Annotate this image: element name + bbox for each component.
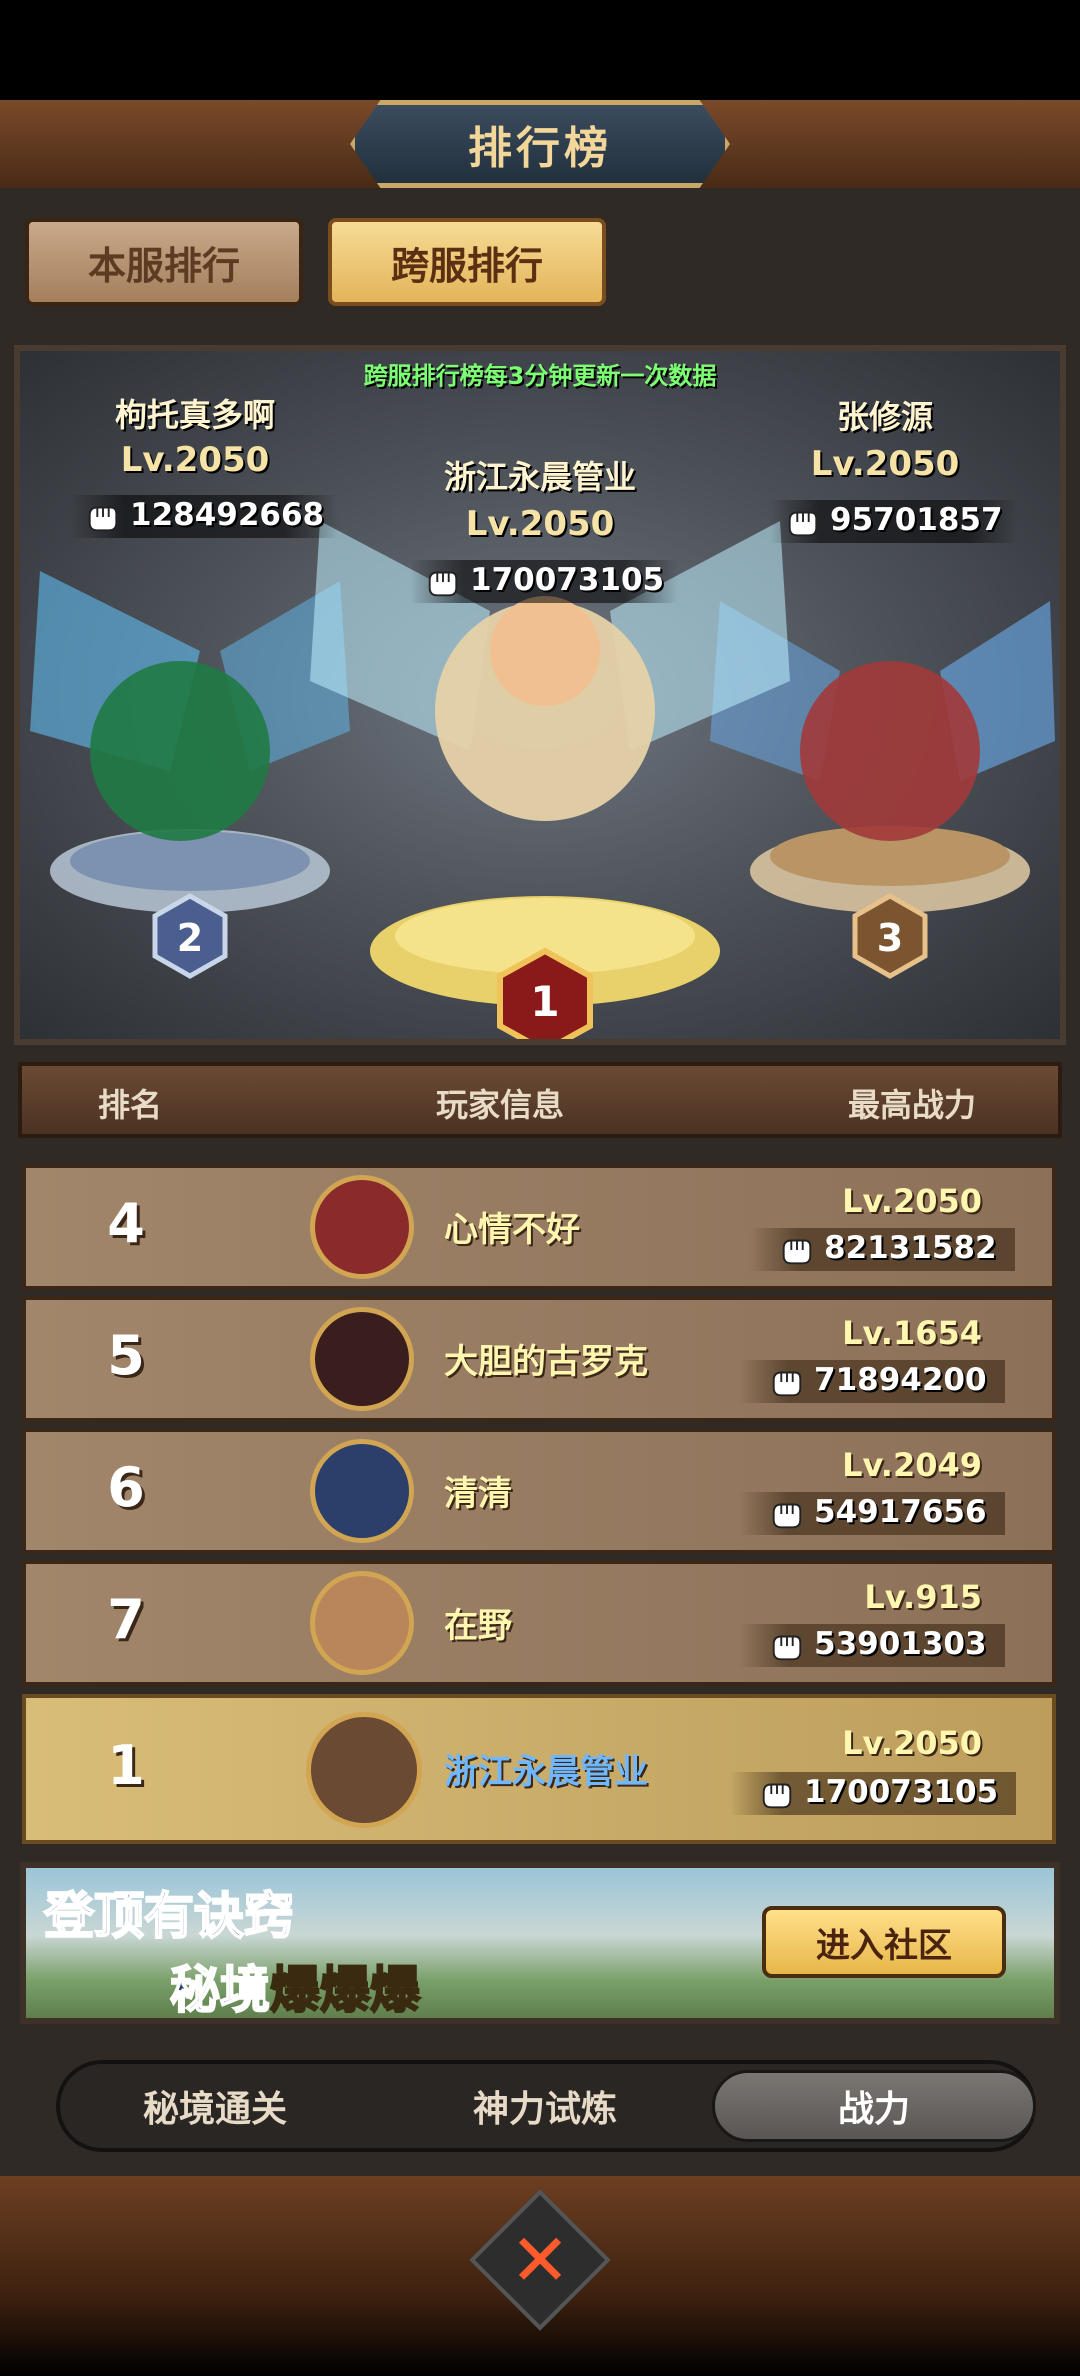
badge-number-2: 2 [177, 916, 203, 960]
podium-1-power-value: 170073105 [470, 562, 665, 598]
row-power: 82131582 [750, 1228, 1015, 1271]
row-power-value: 82131582 [824, 1230, 997, 1266]
fist-icon [88, 506, 118, 531]
row-level: Lv.1654 [842, 1314, 982, 1352]
row-power-value: 71894200 [814, 1362, 987, 1398]
podium-2-name: 枸托真多啊 [114, 396, 275, 434]
row-rank: 5 [107, 1324, 145, 1387]
tab-cross-server-ranking[interactable]: 跨服排行 [328, 218, 606, 306]
row-power: 71894200 [740, 1360, 1005, 1403]
character-2 [90, 661, 270, 841]
row-name: 清清 [444, 1474, 512, 1514]
avatar[interactable] [310, 1175, 414, 1279]
banner-subline-a: 秘境 [169, 1960, 271, 2020]
avatar[interactable] [310, 1439, 414, 1543]
podium-3-power-value: 95701857 [830, 502, 1003, 538]
fist-icon [772, 1635, 802, 1660]
close-icon[interactable]: ✕ [490, 2210, 590, 2310]
row-name: 大胆的古罗克 [444, 1342, 648, 1382]
banner-subline-b: 爆爆爆 [269, 1960, 421, 2020]
fist-icon [428, 571, 458, 596]
my-name: 浙江永晨管业 [444, 1752, 648, 1792]
banner-subline: 秘境爆爆爆 [169, 1950, 421, 2022]
character-3 [800, 661, 980, 841]
tab-local-ranking[interactable]: 本服排行 [25, 218, 303, 306]
row-rank: 6 [107, 1456, 145, 1519]
row-power: 54917656 [740, 1492, 1005, 1535]
my-power-value: 170073105 [804, 1774, 999, 1810]
my-avatar[interactable] [306, 1712, 422, 1828]
title-banner: 排行榜 [350, 100, 730, 188]
podium-2-power: 128492668 [70, 495, 339, 538]
row-level: Lv.2049 [842, 1446, 982, 1484]
character-1-head [490, 596, 600, 706]
avatar[interactable] [310, 1571, 414, 1675]
fist-icon [772, 1371, 802, 1396]
podium-3-power: 95701857 [770, 500, 1017, 543]
tab-dungeon-clear[interactable]: 秘境通关 [80, 2070, 350, 2142]
podium-1-power: 170073105 [410, 560, 679, 603]
banner-headline: 登顶有诀窍 [43, 1886, 295, 1946]
row-name: 在野 [444, 1606, 512, 1646]
row-power-value: 54917656 [814, 1494, 987, 1530]
row-rank: 4 [107, 1192, 145, 1255]
row-power: 53901303 [740, 1624, 1005, 1667]
avatar[interactable] [310, 1307, 414, 1411]
my-rank: 1 [107, 1734, 145, 1797]
fist-icon [762, 1783, 792, 1808]
row-power-value: 53901303 [814, 1626, 987, 1662]
column-player-info: 玩家信息 [436, 1086, 565, 1124]
enter-community-button[interactable]: 进入社区 [762, 1906, 1006, 1978]
fist-icon [788, 511, 818, 536]
update-note: 跨服排行榜每3分钟更新一次数据 [363, 362, 717, 390]
row-level: Lv.915 [864, 1578, 982, 1616]
row-name: 心情不好 [444, 1210, 580, 1250]
podium-2-level: Lv.2050 [120, 440, 270, 480]
tab-divine-trial[interactable]: 神力试炼 [400, 2070, 690, 2142]
fist-icon [782, 1239, 812, 1264]
column-max-power: 最高战力 [848, 1086, 977, 1124]
fist-icon [772, 1503, 802, 1528]
my-level: Lv.2050 [842, 1724, 982, 1762]
podium-2-power-value: 128492668 [130, 497, 325, 533]
row-level: Lv.2050 [842, 1182, 982, 1220]
podium-3-name: 张修源 [836, 398, 933, 436]
badge-number-1: 1 [530, 977, 559, 1026]
badge-number-3: 3 [877, 916, 903, 960]
page-title: 排行榜 [468, 123, 612, 174]
row-rank: 7 [107, 1588, 145, 1651]
podium-1-name: 浙江永晨管业 [443, 458, 636, 496]
tab-combat-power[interactable]: 战力 [712, 2070, 1036, 2142]
podium-1-level: Lv.2050 [465, 504, 615, 544]
column-rank: 排名 [98, 1086, 163, 1124]
podium-3-level: Lv.2050 [810, 444, 960, 484]
my-power: 170073105 [730, 1772, 1017, 1815]
